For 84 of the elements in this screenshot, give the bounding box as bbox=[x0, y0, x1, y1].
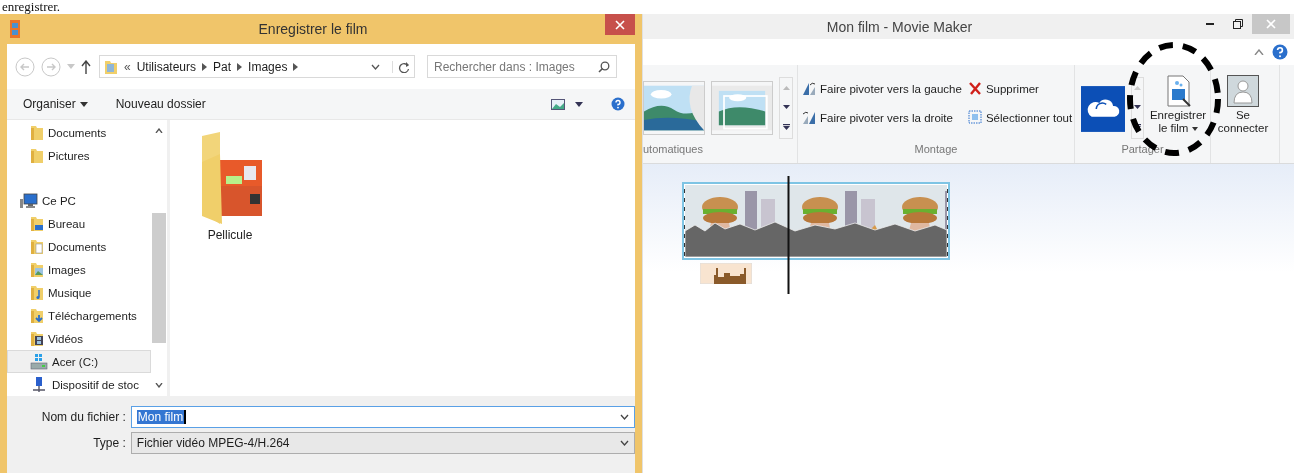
folder-icon bbox=[30, 215, 44, 232]
breadcrumb-item[interactable]: Utilisateurs bbox=[136, 59, 197, 74]
dropdown-icon[interactable] bbox=[620, 414, 629, 420]
chevron-icon[interactable] bbox=[293, 62, 299, 71]
window-title: Mon film - Movie Maker bbox=[825, 18, 974, 35]
up-arrow-icon[interactable] bbox=[81, 59, 91, 74]
nav-item[interactable]: Téléchargements bbox=[7, 304, 151, 327]
nav-item[interactable]: Acer (C:) bbox=[7, 350, 151, 373]
filename-field[interactable]: Mon film bbox=[130, 406, 635, 428]
view-icon[interactable] bbox=[551, 98, 565, 110]
computer-icon bbox=[20, 192, 38, 209]
scroll-down-icon[interactable] bbox=[155, 383, 163, 388]
window-title: Enregistrer le film bbox=[257, 21, 369, 37]
field-label: Type : bbox=[92, 436, 127, 450]
close-button[interactable] bbox=[605, 14, 635, 35]
nav-item[interactable]: Pictures bbox=[7, 144, 151, 167]
document-text: enregistrer. bbox=[2, 0, 61, 14]
refresh-icon[interactable] bbox=[392, 60, 410, 73]
folder-icon bbox=[30, 124, 44, 141]
delete-icon bbox=[967, 81, 982, 96]
folder-icon bbox=[30, 238, 44, 255]
folder-icon bbox=[30, 147, 44, 164]
collapse-ribbon-icon[interactable] bbox=[1254, 49, 1264, 55]
breadcrumb-chevrons[interactable]: « bbox=[124, 59, 131, 74]
group-label: Montage bbox=[913, 143, 959, 157]
playhead-line[interactable] bbox=[787, 176, 790, 294]
address-bar[interactable]: « Utilisateurs Pat Images bbox=[99, 55, 415, 78]
gallery-scrollbar[interactable] bbox=[1131, 77, 1144, 139]
folder-icon bbox=[30, 307, 44, 324]
folder-icon bbox=[104, 58, 118, 75]
minimize-icon bbox=[1206, 23, 1214, 25]
select-all-icon bbox=[967, 110, 982, 125]
delete-button[interactable]: Supprimer bbox=[967, 81, 1073, 96]
search-icon[interactable] bbox=[598, 60, 610, 73]
group-label: utomatiques bbox=[643, 143, 704, 157]
scrollbar-thumb[interactable] bbox=[152, 213, 166, 343]
folder-icon bbox=[30, 261, 44, 278]
search-field[interactable]: Rechercher dans : Images bbox=[427, 55, 617, 78]
audio-thumbnail-icon[interactable] bbox=[700, 263, 752, 284]
rotate-button[interactable]: Faire pivoter vers la gauche bbox=[802, 81, 962, 96]
breadcrumb-item[interactable]: Pat bbox=[213, 59, 232, 74]
new-folder-button[interactable]: Nouveau dossier bbox=[115, 97, 206, 111]
rotate-left-icon bbox=[802, 81, 816, 96]
dropdown-icon[interactable] bbox=[371, 63, 380, 70]
film-icon bbox=[9, 20, 21, 38]
select-all-button[interactable]: Sélectionner tout bbox=[967, 110, 1073, 125]
close-icon bbox=[615, 19, 625, 30]
rotate-button[interactable]: Faire pivoter vers la droite bbox=[802, 110, 962, 125]
scroll-down-icon[interactable] bbox=[782, 105, 790, 109]
folder-name[interactable]: Pellicule bbox=[207, 228, 253, 242]
more-icon[interactable] bbox=[782, 124, 790, 131]
folder-icon bbox=[30, 330, 44, 347]
caret-icon[interactable] bbox=[575, 101, 583, 107]
nav-item[interactable]: Ce PC bbox=[7, 189, 151, 212]
field-label: Nom du fichier : bbox=[40, 410, 127, 424]
nav-item[interactable]: Images bbox=[7, 258, 151, 281]
restore-icon bbox=[1233, 19, 1243, 29]
scroll-up-icon[interactable] bbox=[155, 128, 163, 133]
caret-icon bbox=[79, 101, 88, 107]
sign-in-button[interactable]: Se connecter bbox=[1215, 75, 1271, 135]
drive-icon bbox=[30, 353, 48, 370]
rotate-right-icon bbox=[802, 110, 816, 125]
gallery-scrollbar[interactable] bbox=[779, 77, 793, 139]
nav-item[interactable]: Vidéos bbox=[7, 327, 151, 350]
scroll-down-icon[interactable] bbox=[1134, 105, 1142, 109]
nav-item[interactable]: Musique bbox=[7, 281, 151, 304]
help-icon[interactable] bbox=[611, 97, 625, 111]
organize-menu[interactable]: Organiser bbox=[23, 97, 88, 111]
nav-item[interactable]: Bureau bbox=[7, 212, 151, 235]
person-icon bbox=[1227, 75, 1259, 107]
chevron-icon[interactable] bbox=[202, 62, 208, 71]
breadcrumb-item[interactable]: Images bbox=[248, 59, 288, 74]
caret-icon bbox=[1191, 126, 1198, 131]
type-dropdown[interactable]: Fichier vidéo MPEG-4/H.264 bbox=[130, 432, 635, 454]
folder-icon bbox=[30, 284, 44, 301]
usb-drive-icon bbox=[30, 376, 48, 393]
nav-item[interactable]: Dispositif de stoc bbox=[7, 373, 151, 396]
close-icon bbox=[1266, 19, 1276, 29]
nav-item[interactable]: Documents bbox=[7, 235, 151, 258]
nav-item[interactable]: Documents bbox=[7, 121, 151, 144]
help-icon[interactable] bbox=[1272, 44, 1288, 60]
dropdown-icon[interactable] bbox=[620, 440, 629, 446]
film-document-icon bbox=[1165, 75, 1191, 107]
chevron-icon[interactable] bbox=[237, 62, 243, 71]
